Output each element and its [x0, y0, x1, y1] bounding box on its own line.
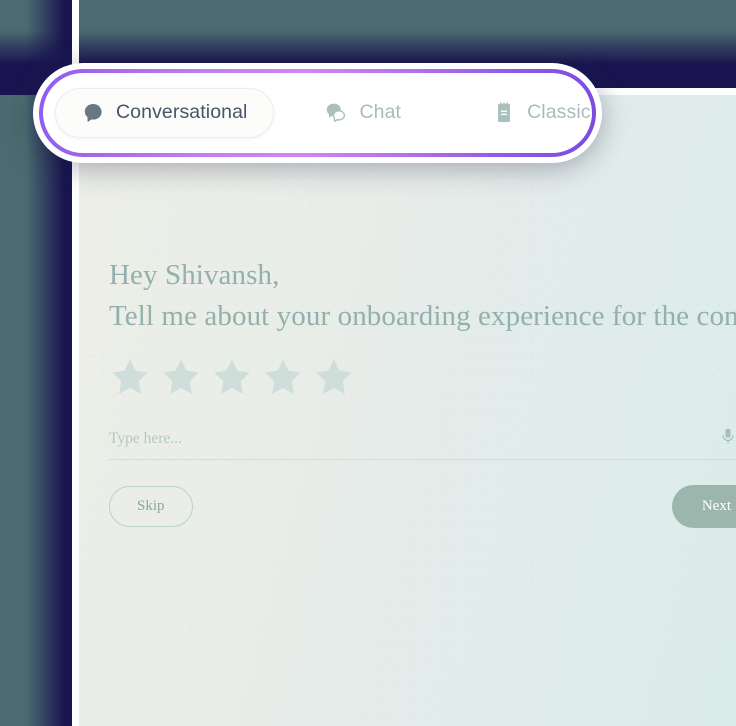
notepad-icon — [493, 102, 515, 124]
survey-action-row: Skip Next — [109, 485, 736, 528]
next-button[interactable]: Next — [671, 485, 736, 528]
double-speech-bubble-icon — [325, 102, 347, 124]
microphone-icon[interactable] — [719, 424, 736, 448]
speech-bubble-icon — [82, 102, 104, 124]
survey-panel: Hey Shivansh, Tell me about your onboard… — [79, 95, 736, 726]
star-icon[interactable] — [313, 356, 355, 398]
mode-switcher-gradient-ring: Conversational Chat Classic — [39, 69, 596, 157]
star-rating-group[interactable] — [109, 356, 736, 398]
star-icon[interactable] — [160, 356, 202, 398]
tab-conversational-label: Conversational — [116, 101, 248, 124]
tab-conversational[interactable]: Conversational — [55, 88, 275, 138]
answer-input-row — [109, 424, 736, 460]
skip-button[interactable]: Skip — [109, 486, 193, 527]
mode-switcher-inner: Conversational Chat Classic — [43, 73, 592, 153]
survey-content: Hey Shivansh, Tell me about your onboard… — [109, 255, 736, 528]
tab-chat[interactable]: Chat — [298, 88, 428, 138]
mode-switcher: Conversational Chat Classic — [33, 63, 602, 163]
survey-question-heading: Hey Shivansh, Tell me about your onboard… — [109, 259, 736, 332]
tab-classic[interactable]: Classic — [466, 88, 618, 138]
star-icon[interactable] — [211, 356, 253, 398]
tab-chat-label: Chat — [359, 101, 402, 124]
tab-classic-label: Classic — [527, 101, 591, 124]
star-icon[interactable] — [109, 356, 151, 398]
star-icon[interactable] — [262, 356, 304, 398]
answer-input[interactable] — [109, 430, 719, 448]
